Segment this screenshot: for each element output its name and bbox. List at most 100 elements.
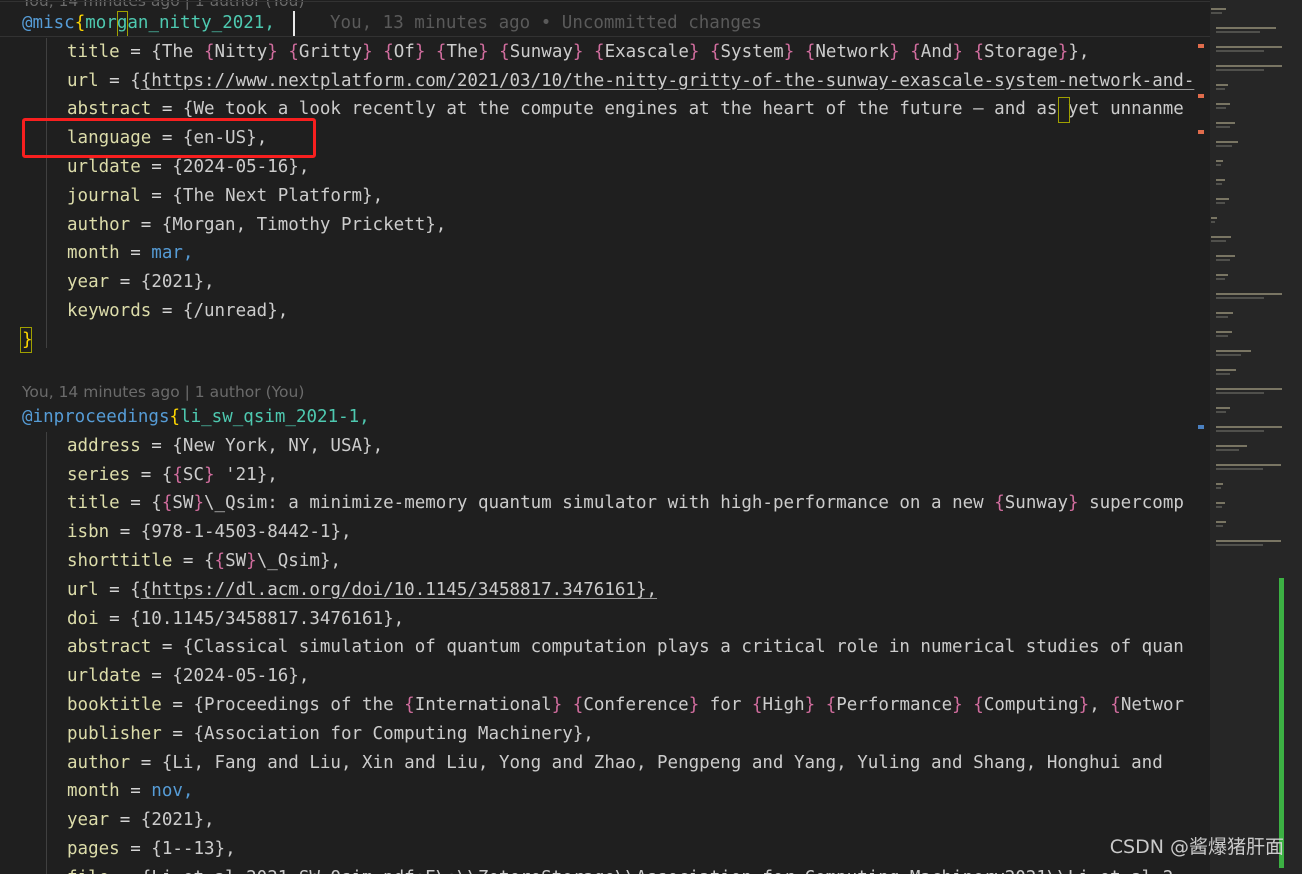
code-text-area[interactable]: You, 14 minutes ago | 1 author (You) @mi… [0,0,1284,874]
field-name-keywords: keywords [67,301,152,321]
equals-sign: = [140,435,173,456]
code-line-ip-url[interactable]: url = {{https://dl.acm.org/doi/10.1145/3… [0,576,657,605]
closing-brace-token: } [22,329,33,350]
overview-mark-modified [1198,130,1204,134]
entry-type-token: @misc [22,13,75,33]
minimap-line [1216,540,1282,542]
minimap[interactable] [1210,0,1302,874]
field-name-urldate: urldate [67,157,141,177]
code-line-ip-file[interactable]: file = {Li et al 2021 SW Qsim.pdf:E\:\\Z… [0,864,1173,874]
field-value-keywords: {/unread}, [182,301,289,321]
git-blame-inline-annotation: You, 13 minutes ago • Uncommitted change… [330,13,762,33]
minimap-line [1216,331,1233,333]
code-line-ip-author[interactable]: author = {Li, Fang and Liu, Xin and Liu,… [0,749,1173,778]
equals-sign: = [130,464,162,485]
code-line-ip-month[interactable]: month = nov, [0,777,193,806]
field-value-title: {The {Nitty} {Gritty} {Of} {The} {Sunway… [151,41,1090,62]
field-name-year: year [67,272,110,293]
code-line-field-url[interactable]: url = {{https://www.nextplatform.com/202… [0,67,1194,96]
minimap-line [1216,449,1239,451]
minimap-slider[interactable] [1210,0,1302,874]
field-value-ip-title: {{SW}\_Qsim: a minimize-memory quantum s… [151,493,1184,514]
minimap-line [1216,445,1247,447]
field-value-address: {New York, NY, USA}, [172,435,384,456]
code-line-field-author[interactable]: author = {Morgan, Timothy Prickett}, [0,211,446,240]
code-line-ip-isbn[interactable]: isbn = {978-1-4503-8442-1}, [0,518,352,547]
code-line-misc-header[interactable]: @misc{morgan_nitty_2021, [0,9,275,38]
field-value-journal: {The Next Platform}, [172,185,384,206]
code-line-ip-year[interactable]: year = {2021}, [0,806,215,835]
code-line-field-journal[interactable]: journal = {The Next Platform}, [0,182,383,211]
minimap-line [1216,297,1264,299]
minimap-line [1216,278,1225,280]
minimap-line [1216,183,1223,185]
field-value-shorttitle: {{SW}\_Qsim}, [203,551,341,571]
equals-sign: = [98,608,131,629]
field-value-booktitle: {Proceedings of the {International} {Con… [193,695,1185,715]
code-line-inproceedings-header[interactable]: @inproceedings{li_sw_qsim_2021-1, [0,403,370,432]
minimap-line [1216,464,1282,466]
field-name-ip-title: title [67,493,120,514]
watermark-text: CSDN @酱爆猪肝面 [1109,836,1284,859]
code-line-field-keywords[interactable]: keywords = {/unread}, [0,297,288,326]
field-value-ip-year: {2021}, [140,810,215,831]
minimap-line [1211,240,1226,242]
code-line-ip-doi[interactable]: doi = {10.1145/3458817.3476161}, [0,605,404,634]
equals-sign: = [161,723,194,744]
field-name-author: author [67,214,131,235]
field-name-month: month [67,243,120,264]
minimap-line [1216,335,1228,337]
code-line-ip-urldate[interactable]: urldate = {2024-05-16}, [0,662,309,691]
code-line-field-urldate[interactable]: urldate = {2024-05-16}, [0,153,309,182]
code-line-field-title[interactable]: title = {The {Nitty} {Gritty} {Of} {The}… [0,38,1089,67]
equals-sign: = [119,781,152,802]
code-line-ip-series[interactable]: series = {{SC} '21}, [0,461,278,490]
minimap-line [1216,274,1229,276]
minimap-line [1216,202,1226,204]
field-name-ip-abstract: abstract [67,637,152,658]
code-line-field-year[interactable]: year = {2021}, [0,268,215,297]
field-name-title: title [67,41,120,62]
field-name-ip-url: url [67,579,99,600]
code-editor[interactable]: You, 14 minutes ago | 1 author (You) @mi… [0,0,1302,874]
code-line-field-month[interactable]: month = mar, [0,239,193,268]
overview-ruler[interactable] [1196,0,1210,874]
minimap-line [1211,217,1217,219]
field-value-month: mar, [151,243,194,264]
code-line-ip-shorttitle[interactable]: shorttitle = {{SW}\_Qsim}, [0,547,341,576]
field-name-ip-month: month [67,781,120,802]
code-line-ip-title[interactable]: title = {{SW}\_Qsim: a minimize-memory q… [0,489,1184,518]
field-value-language: {en-US}, [182,128,268,149]
git-blame-heading-second: You, 14 minutes ago | 1 author (You) [22,383,305,401]
viewport-seam-top [0,1,1284,2]
minimap-line [1211,8,1226,10]
equals-sign: = [151,301,183,321]
code-line-ip-abstract[interactable]: abstract = {Classical simulation of quan… [0,633,1184,662]
field-name-journal: journal [67,185,141,206]
field-name-series: series [67,464,131,485]
field-name-publisher: publisher [67,723,162,744]
field-value-ip-url[interactable]: {https://dl.acm.org/doi/10.1145/3458817.… [141,580,657,600]
code-line-field-abstract[interactable]: abstract = {We took a look recently at t… [0,95,1184,124]
minimap-line [1216,487,1222,489]
code-line-ip-pages[interactable]: pages = {1--13}, [0,835,236,864]
minimap-line [1216,392,1264,394]
equals-sign: = [109,522,141,543]
code-line-misc-close[interactable]: } [0,326,33,355]
open-brace-token-2: { [169,407,181,427]
code-line-ip-address[interactable]: address = {New York, NY, USA}, [0,432,383,461]
minimap-line [1216,141,1239,143]
scroll-decoration-bar [1279,578,1284,868]
field-value-url[interactable]: {https://www.nextplatform.com/2021/03/10… [141,71,1195,91]
code-line-ip-publisher[interactable]: publisher = {Association for Computing M… [0,720,594,749]
minimap-line [1216,84,1228,86]
minimap-line [1216,411,1227,413]
minimap-line [1216,506,1223,508]
equals-sign: = [109,868,141,874]
equals-sign: = [151,637,183,658]
code-line-field-language[interactable]: language = {en-US}, [0,124,267,153]
field-name-ip-year: year [67,810,110,831]
citation-key-token: morgan_nitty_2021, [85,13,275,33]
minimap-line [1216,544,1264,546]
code-line-ip-booktitle[interactable]: booktitle = {Proceedings of the {Interna… [0,691,1184,720]
